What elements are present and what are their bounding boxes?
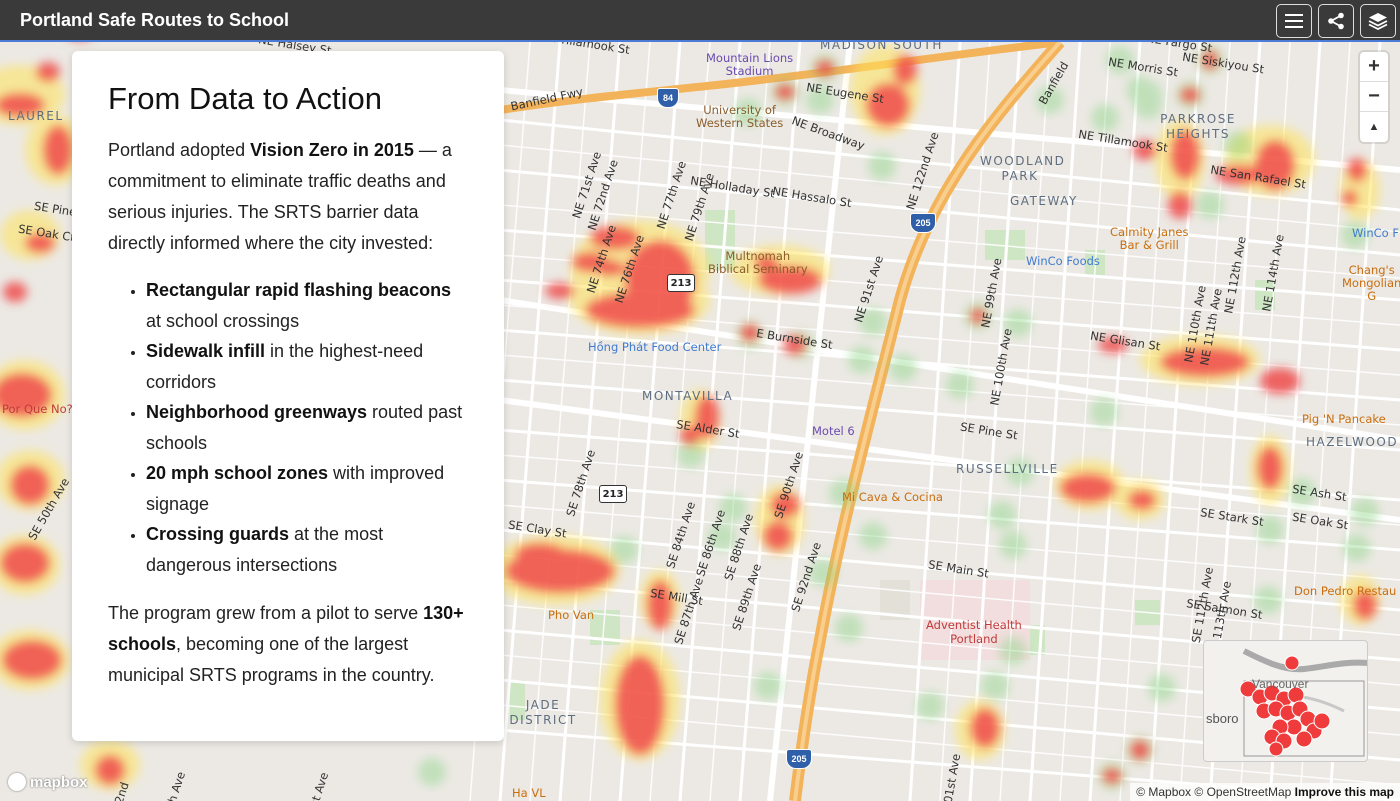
investments-list: Rectangular rapid flashing beacons at sc… (146, 275, 468, 580)
poi-pig-n-pancake[interactable]: Pig 'N Pancake (1302, 412, 1386, 426)
route-213-shield-south: 213 (599, 485, 627, 503)
nbhd-laurel: LAUREL (8, 109, 64, 123)
list-item-text: at school crossings (146, 310, 300, 331)
nbhd-jade-district: JADE DISTRICT (509, 698, 577, 727)
top-bar: Portland Safe Routes to School (0, 0, 1400, 42)
overview-minimap[interactable]: Vancouver sboro (1203, 640, 1368, 762)
mapbox-logo[interactable]: mapbox (8, 773, 88, 791)
toolbar-buttons (1276, 4, 1396, 38)
interstate-205-shield: 205 (910, 213, 936, 233)
layers-icon (1368, 13, 1388, 30)
story-intro: Portland adopted Vision Zero in 2015 — a… (108, 135, 468, 259)
list-item: Rectangular rapid flashing beacons at sc… (146, 275, 468, 336)
story-closing-pre: The program grew from a pilot to serve (108, 603, 424, 623)
poi-pho-van[interactable]: Pho Van (548, 608, 594, 622)
poi-university-western-states[interactable]: University of Western States (696, 104, 783, 130)
layers-button[interactable] (1360, 4, 1396, 38)
attribution-mapbox-link[interactable]: © Mapbox (1136, 785, 1191, 799)
poi-adventist-health[interactable]: Adventist Health Portland (926, 618, 1022, 646)
poi-ha-vl[interactable]: Ha VL (512, 786, 546, 800)
app-root: Portland Safe Routes to School MADISON S… (0, 0, 1400, 801)
menu-button[interactable] (1276, 4, 1312, 38)
poi-hong-phat-food-center[interactable]: Hồng Phát Food Center (588, 340, 721, 354)
compass-button[interactable]: ▲ (1360, 112, 1388, 142)
minimap-label-hillsboro: sboro (1206, 711, 1239, 726)
list-item: Neighborhood greenways routed past schoo… (146, 397, 468, 458)
list-item-bold: Neighborhood greenways (146, 402, 368, 422)
mapbox-logo-text: mapbox (30, 773, 88, 791)
story-intro-pre: Portland adopted (108, 140, 251, 160)
poi-por-que-no[interactable]: Por Que No? (2, 402, 73, 416)
interstate-84-shield: 84 (657, 88, 679, 108)
story-closing: The program grew from a pilot to serve 1… (108, 598, 468, 691)
poi-winco-foods[interactable]: WinCo Foods (1026, 254, 1100, 268)
zoom-in-button[interactable]: + (1360, 52, 1388, 82)
interstate-205-shield-south: 205 (786, 749, 812, 769)
story-heading: From Data to Action (108, 81, 382, 116)
zoom-out-button[interactable]: − (1360, 82, 1388, 112)
nbhd-hazelwood: HAZELWOOD (1306, 435, 1399, 449)
poi-calmity-janes[interactable]: Calmity Janes Bar & Grill (1110, 226, 1188, 252)
list-item-bold: Crossing guards (146, 524, 290, 544)
map-attribution: © Mapbox © OpenStreetMap Improve this ma… (1130, 783, 1400, 801)
mapbox-logo-icon (8, 773, 26, 791)
poi-multnomah-biblical-seminary[interactable]: Multnomah Biblical Seminary (708, 250, 808, 276)
nbhd-parkrose-heights: PARKROSE HEIGHTS (1160, 112, 1236, 141)
poi-mi-cava-cocina[interactable]: Mi Cava & Cocina (842, 490, 943, 504)
list-item: Crossing guards at the most dangerous in… (146, 519, 468, 580)
zoom-controls: + − ▲ (1360, 52, 1388, 142)
list-item-bold: Rectangular rapid flashing beacons (146, 280, 452, 300)
share-icon (1328, 12, 1344, 30)
poi-winco-east[interactable]: WinCo F (1352, 226, 1399, 240)
story-intro-bold: Vision Zero in 2015 (250, 140, 414, 160)
app-title: Portland Safe Routes to School (20, 9, 290, 30)
poi-motel-6[interactable]: Motel 6 (812, 424, 855, 438)
nbhd-russellville: RUSSELLVILLE (956, 462, 1059, 476)
improve-map-link[interactable]: Improve this map (1295, 785, 1394, 799)
attribution-osm-link[interactable]: © OpenStreetMap (1194, 785, 1291, 799)
story-card: From Data to Action Portland adopted Vis… (72, 51, 504, 741)
route-213-shield: 213 (667, 274, 695, 292)
poi-don-pedro[interactable]: Don Pedro Restau (1294, 584, 1396, 598)
list-item-bold: Sidewalk infill (146, 341, 266, 361)
poi-changs-mongolian[interactable]: Chang's Mongolian G (1342, 264, 1400, 303)
poi-mountain-lions-stadium[interactable]: Mountain Lions Stadium (706, 52, 793, 78)
minimap-label-vancouver: Vancouver (1252, 677, 1309, 691)
nbhd-woodland-park: WOODLAND PARK (980, 154, 1066, 183)
nbhd-gateway: GATEWAY (1010, 194, 1078, 208)
list-item: Sidewalk infill in the highest-need corr… (146, 336, 468, 397)
list-item: 20 mph school zones with improved signag… (146, 458, 468, 519)
minimap-graphic (1239, 648, 1367, 757)
compass-icon: ▲ (1368, 121, 1380, 133)
list-item-bold: 20 mph school zones (146, 463, 329, 483)
nbhd-montavilla: MONTAVILLA (642, 389, 734, 403)
share-button[interactable] (1318, 4, 1354, 38)
nbhd-madison-south: MADISON SOUTH (820, 42, 943, 52)
hamburger-menu-icon (1285, 14, 1303, 28)
